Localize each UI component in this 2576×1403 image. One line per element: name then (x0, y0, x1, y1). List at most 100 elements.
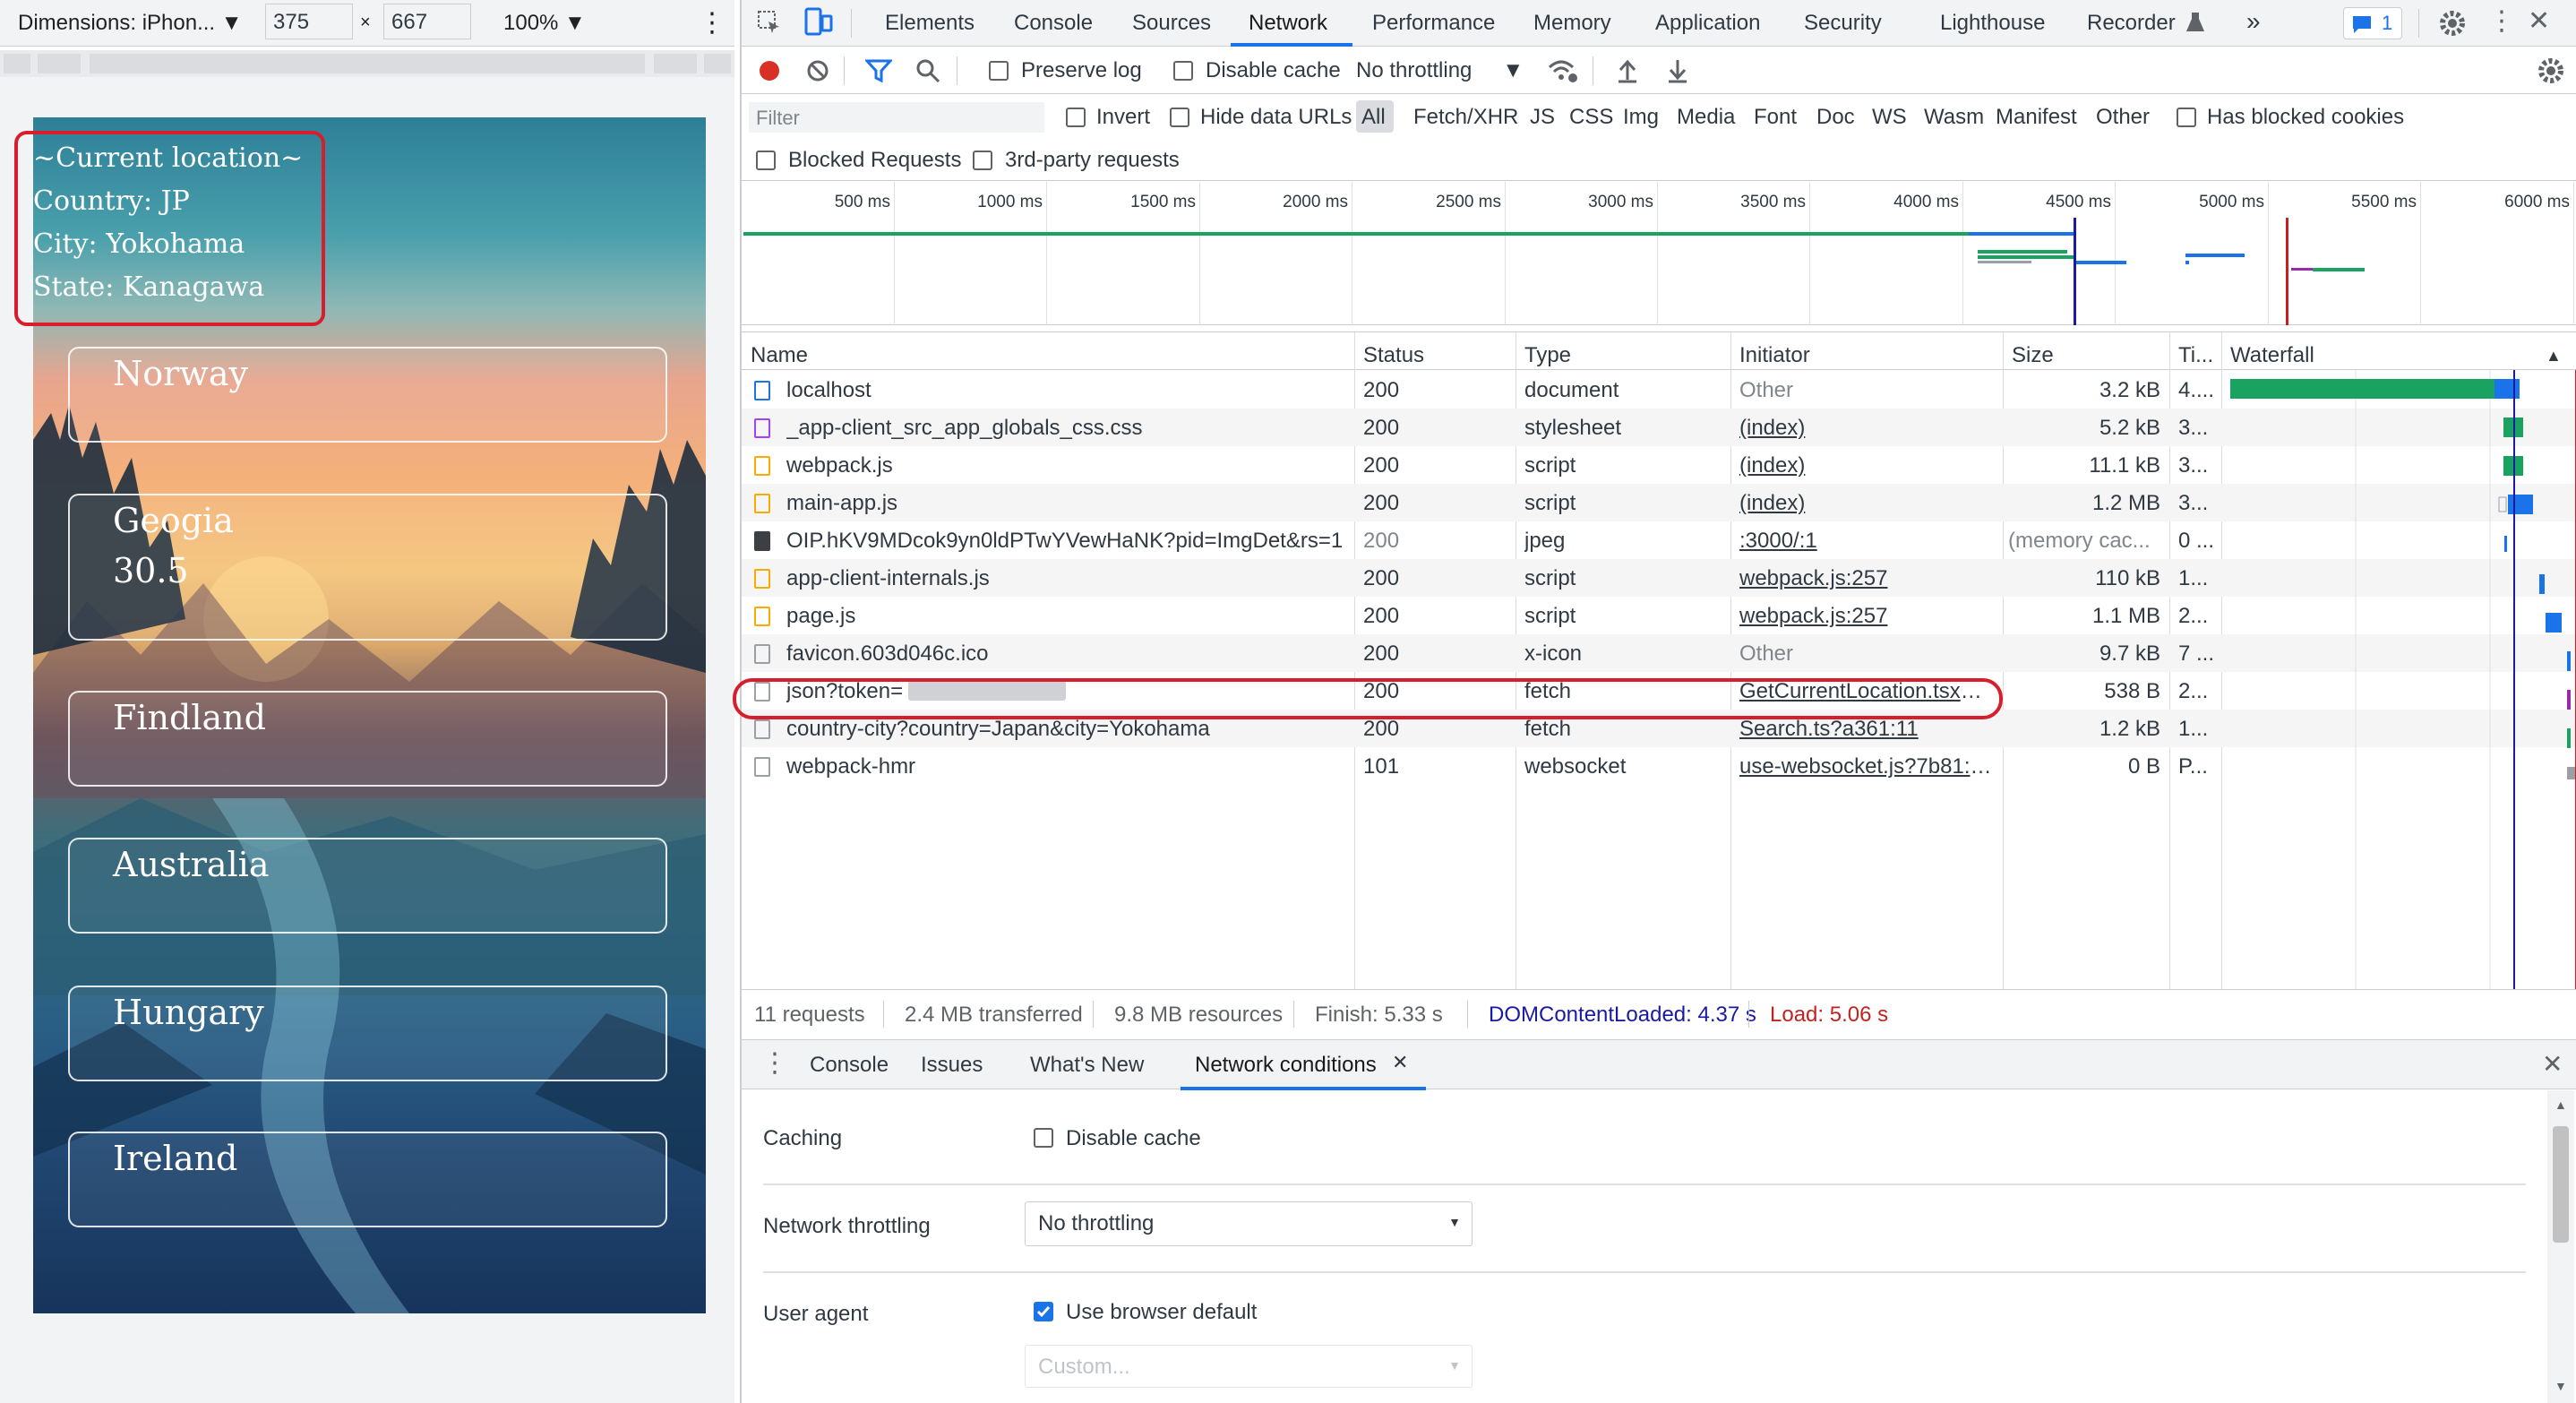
network-throttling-select[interactable]: No throttling ▼ (1025, 1201, 1473, 1246)
type-filter-wasm[interactable]: Wasm (1924, 105, 1984, 130)
drawer-tab-network-conditions[interactable]: Network conditions (1195, 1053, 1377, 1078)
drawer-scrollbar[interactable]: ▲ ▼ (2547, 1090, 2574, 1403)
request-initiator[interactable]: webpack.js:257 (1739, 566, 1994, 591)
request-time: 2... (2178, 679, 2209, 703)
drawer-tab-console[interactable]: Console (810, 1053, 889, 1078)
tab-recorder[interactable]: Recorder (2087, 11, 2176, 36)
use-browser-default-checkbox[interactable] (1034, 1302, 1053, 1321)
request-size: 5.2 kB (2099, 416, 2160, 440)
export-har-icon[interactable] (1666, 58, 1689, 83)
tab-elements[interactable]: Elements (885, 11, 975, 36)
customize-devtools-icon[interactable]: ⋮ (2488, 5, 2515, 37)
request-initiator[interactable]: Search.ts?a361:11 (1739, 717, 1994, 742)
clear-icon[interactable] (806, 59, 829, 82)
country-name: Ireland (113, 1139, 238, 1178)
tab-security[interactable]: Security (1804, 11, 1882, 36)
throttling-dropdown[interactable]: No throttling ▼ (1356, 58, 1524, 83)
header-waterfall[interactable]: Waterfall (2230, 343, 2314, 368)
network-conditions-wifi-icon[interactable] (1548, 58, 1578, 83)
request-size: 1.2 MB (2091, 491, 2160, 515)
tab-network[interactable]: Network (1249, 11, 1327, 36)
settings-gear-icon[interactable] (2438, 9, 2467, 38)
type-filter-manifest[interactable]: Manifest (1996, 105, 2077, 130)
more-tabs-icon[interactable]: » (2246, 7, 2261, 36)
network-overview[interactable]: 500 ms 1000 ms 1500 ms 2000 ms 2500 ms 3… (742, 182, 2576, 325)
filter-funnel-icon[interactable] (865, 58, 892, 83)
request-name: localhost (786, 378, 872, 402)
tab-lighthouse[interactable]: Lighthouse (1940, 11, 2045, 36)
request-name: _app-client_src_app_globals_css.css (786, 416, 1143, 440)
header-name[interactable]: Name (751, 343, 808, 368)
country-card-australia[interactable]: Australia (68, 838, 667, 934)
search-icon[interactable] (915, 58, 940, 83)
request-initiator[interactable]: (index) (1739, 491, 1994, 516)
invert-checkbox[interactable] (1066, 108, 1086, 127)
close-devtools-icon[interactable]: ✕ (2528, 5, 2550, 37)
third-party-requests-checkbox[interactable] (973, 151, 992, 170)
summary-finish: Finish: 5.33 s (1315, 1003, 1443, 1027)
network-settings-gear-icon[interactable] (2537, 56, 2565, 85)
close-tab-icon[interactable]: ✕ (1392, 1051, 1408, 1074)
country-card-hungary[interactable]: Hungary (68, 986, 667, 1081)
tab-memory[interactable]: Memory (1533, 11, 1611, 36)
tab-console[interactable]: Console (1014, 11, 1093, 36)
drawer-disable-cache-checkbox[interactable] (1034, 1128, 1053, 1148)
header-size[interactable]: Size (2012, 343, 2054, 368)
media-query-ruler[interactable] (0, 50, 734, 77)
sort-ascending-icon[interactable]: ▲ (2546, 347, 2562, 366)
inspect-element-icon[interactable] (756, 9, 783, 36)
drawer-tab-issues[interactable]: Issues (921, 1053, 983, 1078)
preserve-log-checkbox[interactable] (989, 61, 1009, 81)
type-filter-media[interactable]: Media (1677, 105, 1735, 130)
issues-counter[interactable]: 1 (2343, 7, 2402, 39)
request-initiator[interactable]: (index) (1739, 416, 1994, 441)
type-filter-fetch-xhr[interactable]: Fetch/XHR (1413, 105, 1518, 130)
height-input[interactable]: 667 (383, 4, 471, 39)
country-card-georgia[interactable]: Geogia 30.5 (68, 494, 667, 641)
request-name: app-client-internals.js (786, 566, 990, 590)
request-initiator[interactable]: (index) (1739, 453, 1994, 478)
type-filter-css[interactable]: CSS (1569, 105, 1613, 130)
country-card-ireland[interactable]: Ireland (68, 1132, 667, 1227)
hide-data-urls-checkbox[interactable] (1170, 108, 1189, 127)
record-icon[interactable] (758, 59, 781, 82)
disable-cache-checkbox[interactable] (1173, 61, 1193, 81)
drawer-tab-whats-new[interactable]: What's New (1030, 1053, 1144, 1078)
header-time[interactable]: Ti... (2178, 343, 2213, 368)
type-filter-all[interactable]: All (1361, 105, 1386, 130)
blocked-requests-checkbox[interactable] (756, 151, 776, 170)
has-blocked-cookies-checkbox[interactable] (2177, 108, 2196, 127)
type-filter-js[interactable]: JS (1530, 105, 1555, 130)
request-initiator[interactable]: :3000/:1 (1739, 529, 1994, 554)
country-card-finland[interactable]: Findland (68, 691, 667, 787)
tab-application[interactable]: Application (1655, 11, 1760, 36)
device-toolbar-toggle-icon[interactable] (804, 7, 833, 38)
header-type[interactable]: Type (1524, 343, 1571, 368)
request-initiator[interactable]: webpack.js:257 (1739, 604, 1994, 629)
country-card-norway[interactable]: Norway (68, 347, 667, 443)
request-initiator[interactable]: use-websocket.js?7b81:24 (1739, 754, 1994, 779)
filter-input[interactable]: Filter (749, 102, 1044, 133)
times-sign: × (360, 13, 371, 32)
type-filter-doc[interactable]: Doc (1816, 105, 1855, 130)
user-agent-label: User agent (763, 1302, 869, 1326)
header-status[interactable]: Status (1363, 343, 1424, 368)
tab-performance[interactable]: Performance (1372, 11, 1495, 36)
requests-table: Name Status Type Initiator Size Ti... Wa… (742, 331, 2576, 990)
type-filter-font[interactable]: Font (1754, 105, 1797, 130)
request-time: 7 ... (2178, 641, 2215, 666)
scrollbar-thumb[interactable] (2553, 1126, 2569, 1243)
dimensions-dropdown[interactable]: Dimensions: iPhon... ▼ (18, 11, 243, 36)
tab-sources[interactable]: Sources (1132, 11, 1211, 36)
type-filter-other[interactable]: Other (2096, 105, 2150, 130)
close-drawer-icon[interactable]: ✕ (2542, 1049, 2563, 1079)
type-filter-ws[interactable]: WS (1872, 105, 1907, 130)
import-har-icon[interactable] (1616, 58, 1639, 83)
third-party-requests-label: 3rd-party requests (1005, 148, 1180, 172)
zoom-dropdown[interactable]: 100% ▼ (503, 11, 586, 36)
drawer-menu-icon[interactable]: ⋮ (761, 1047, 788, 1079)
more-options-icon[interactable]: ⋮ (699, 7, 726, 39)
header-initiator[interactable]: Initiator (1739, 343, 1810, 368)
width-input[interactable]: 375 (265, 4, 353, 39)
type-filter-img[interactable]: Img (1623, 105, 1659, 130)
